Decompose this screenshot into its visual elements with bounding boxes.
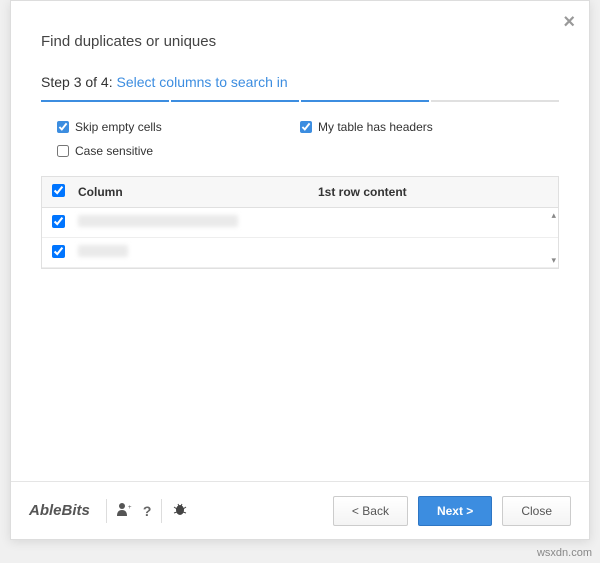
dialog-footer: AbleBits + ? < Back Next > Close (11, 481, 589, 539)
table-row[interactable] (42, 238, 558, 268)
step-description: Select columns to search in (117, 74, 288, 90)
table-header-select-all[interactable] (42, 184, 78, 200)
select-all-checkbox[interactable] (52, 184, 65, 197)
next-button[interactable]: Next > (418, 496, 492, 526)
row-column-value (78, 215, 310, 230)
progress-seg-3 (301, 100, 429, 102)
options-group: Skip empty cells My table has headers Ca… (11, 120, 589, 168)
user-icon[interactable]: + (117, 502, 133, 519)
progress-seg-4 (431, 100, 559, 102)
table-header-column: Column (78, 185, 318, 199)
row-checkbox[interactable] (52, 245, 65, 258)
table-header-row: Column 1st row content (41, 176, 559, 208)
progress-seg-2 (171, 100, 299, 102)
checkbox-case-sensitive[interactable]: Case sensitive (57, 144, 300, 158)
table-row[interactable] (42, 208, 558, 238)
progress-seg-1 (41, 100, 169, 102)
progress-bar (41, 100, 559, 102)
scroll-down-icon[interactable]: ▾ (551, 255, 556, 266)
checkbox-skip-empty-label: Skip empty cells (75, 120, 162, 134)
dialog-panel: × Find duplicates or uniques Step 3 of 4… (10, 0, 590, 540)
checkbox-skip-empty[interactable]: Skip empty cells (57, 120, 300, 134)
checkbox-case-sensitive-input[interactable] (57, 145, 69, 157)
footer-divider (161, 499, 162, 523)
brand-logo: AbleBits (29, 502, 90, 519)
dialog-header: Find duplicates or uniques Step 3 of 4: … (11, 1, 589, 120)
columns-table: Column 1st row content ▴ ▾ (41, 176, 559, 269)
help-icon[interactable]: ? (143, 503, 152, 519)
svg-text:+: + (128, 505, 132, 511)
scroll-up-icon[interactable]: ▴ (551, 210, 556, 221)
checkbox-has-headers-label: My table has headers (318, 120, 433, 134)
checkbox-has-headers[interactable]: My table has headers (300, 120, 543, 134)
back-button[interactable]: < Back (333, 496, 408, 526)
checkbox-has-headers-input[interactable] (300, 121, 312, 133)
checkbox-case-sensitive-label: Case sensitive (75, 144, 153, 158)
bug-icon[interactable] (172, 502, 188, 519)
close-button[interactable]: Close (502, 496, 571, 526)
row-checkbox[interactable] (52, 215, 65, 228)
footer-divider (106, 499, 107, 523)
step-prefix: Step 3 of 4: (41, 74, 117, 90)
row-column-value (78, 245, 310, 260)
watermark: wsxdn.com (537, 547, 592, 559)
dialog-title: Find duplicates or uniques (41, 33, 559, 50)
table-header-firstrow: 1st row content (318, 185, 558, 199)
checkbox-skip-empty-input[interactable] (57, 121, 69, 133)
close-icon[interactable]: × (563, 11, 575, 34)
step-indicator: Step 3 of 4: Select columns to search in (41, 74, 559, 90)
table-body: ▴ ▾ (41, 208, 559, 269)
